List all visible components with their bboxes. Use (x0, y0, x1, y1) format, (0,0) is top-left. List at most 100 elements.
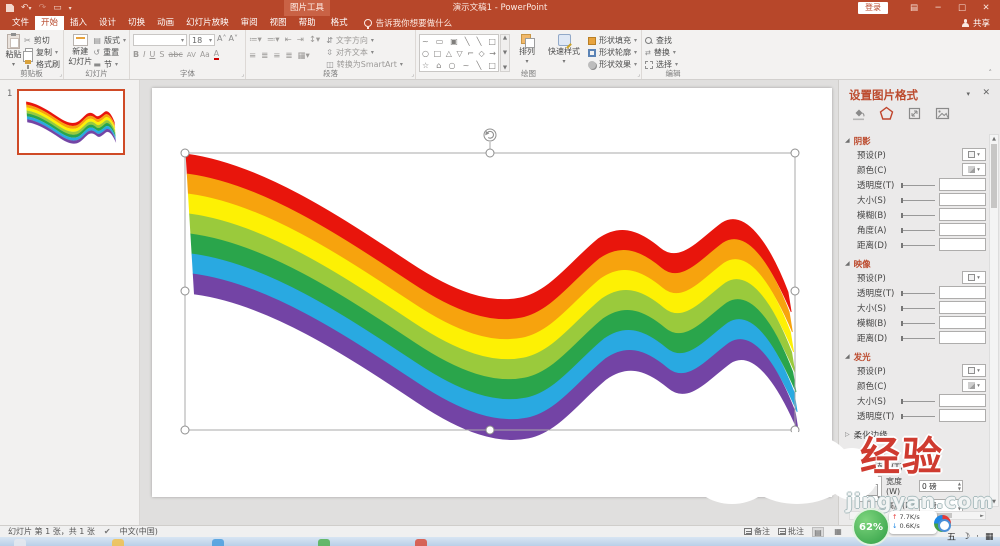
panel-close-icon[interactable]: ✕ (982, 88, 990, 98)
slider-track[interactable] (901, 308, 935, 309)
rainbow-image[interactable] (186, 154, 798, 440)
slider-track[interactable] (901, 293, 935, 294)
shape-icon[interactable]: ⌐ (467, 48, 474, 59)
align-text-button[interactable]: ⇳对齐文本▾ (326, 47, 403, 58)
tab-幻灯片放映[interactable]: 幻灯片放映 (180, 16, 235, 30)
browser-tray-icon[interactable] (934, 515, 951, 532)
grow-font-icon[interactable]: A˄ (217, 34, 226, 46)
slide[interactable] (152, 88, 832, 497)
taskbar-app-icon[interactable] (14, 539, 26, 546)
line-spacing-icon[interactable]: ↕▾ (309, 35, 320, 45)
minimize-icon[interactable]: ─ (926, 0, 950, 16)
comments-button[interactable]: 批注 (778, 526, 804, 537)
tray-icon[interactable]: 五 (947, 530, 956, 543)
slider-track[interactable] (901, 401, 935, 402)
undo-icon[interactable]: ↶▾ (21, 3, 32, 13)
effects-icon[interactable] (879, 106, 894, 121)
preset-picker-button[interactable]: ▾ (962, 148, 986, 161)
value-input[interactable] (939, 223, 986, 236)
color-picker-button[interactable]: ▾ (962, 163, 986, 176)
signin-button[interactable]: 登录 (858, 2, 888, 14)
shape-icon[interactable]: ◇ (479, 48, 485, 59)
resize-handle-w[interactable] (181, 287, 189, 295)
taskbar-app-icon[interactable] (415, 539, 427, 546)
char-spacing-button[interactable]: AV (187, 51, 196, 59)
taskbar-app-icon[interactable] (112, 539, 124, 546)
save-icon[interactable] (6, 4, 14, 12)
change-case-button[interactable]: Aa (200, 50, 210, 59)
shape-icon[interactable]: □ (488, 36, 496, 47)
gallery-scrollbar[interactable]: ▲▼▼ (500, 34, 510, 72)
shape-icon[interactable]: △ (446, 48, 452, 59)
taskbar-app-icon[interactable] (212, 539, 224, 546)
value-input[interactable] (939, 238, 986, 251)
resize-handle-n[interactable] (486, 149, 494, 157)
replace-button[interactable]: ⇄替换▾ (645, 47, 701, 58)
section-header[interactable]: ◢发光 (839, 349, 1000, 364)
preset-picker-button[interactable]: ▾ (962, 364, 986, 377)
shape-icon[interactable]: ▽ (456, 48, 462, 59)
color-picker-button[interactable]: ▾ (962, 379, 986, 392)
slider-track[interactable] (901, 215, 935, 216)
cut-button[interactable]: 剪切 (24, 35, 60, 46)
italic-button[interactable]: I (143, 50, 145, 59)
new-slide-button[interactable]: 新建 幻灯片 (67, 32, 93, 69)
shadow-button[interactable]: S (159, 50, 164, 59)
tray-icon[interactable]: ☽ (962, 532, 970, 542)
align-center-icon[interactable]: ≣ (261, 51, 268, 61)
tab-文件[interactable]: 文件 (6, 16, 35, 30)
paste-button[interactable]: 粘贴 ▾ (3, 32, 24, 69)
shape-fill-button[interactable]: 形状填充▾ (588, 35, 637, 46)
resize-handle-e[interactable] (791, 287, 799, 295)
ribbon-display-options-icon[interactable]: ▤ (902, 0, 926, 16)
panel-vertical-scrollbar[interactable]: ▲▼ (989, 134, 999, 507)
proofing-icon[interactable]: ✔ (104, 527, 111, 536)
collapse-ribbon-icon[interactable]: ˄ (989, 69, 993, 77)
numbering-icon[interactable]: ≕▾ (267, 35, 280, 45)
preset-picker-button[interactable]: ▾ (962, 271, 986, 284)
tab-视图[interactable]: 视图 (264, 16, 293, 30)
resize-handle-nw[interactable] (181, 149, 189, 157)
tab-帮助[interactable]: 帮助 (293, 16, 322, 30)
value-input[interactable] (939, 409, 986, 422)
tab-开始[interactable]: 开始 (35, 16, 64, 30)
tray-icon[interactable]: · (976, 532, 979, 542)
strikethrough-button[interactable]: abc (168, 50, 182, 59)
arrange-button[interactable]: 排列▾ (510, 32, 544, 72)
align-right-icon[interactable]: ≡ (273, 51, 280, 61)
tell-me-search[interactable]: 告诉我你想要做什么 (364, 16, 453, 30)
value-input[interactable] (939, 331, 986, 344)
tab-审阅[interactable]: 审阅 (235, 16, 264, 30)
normal-view-icon[interactable]: ▤ (812, 527, 824, 537)
font-size-combo[interactable]: 18▾ (189, 34, 215, 46)
taskbar-app-icon[interactable] (318, 539, 330, 546)
dialog-launcher-icon[interactable]: ⌟ (241, 71, 244, 78)
customize-qat-icon[interactable]: ▾ (69, 5, 72, 12)
size-properties-icon[interactable] (907, 106, 922, 121)
value-input[interactable] (939, 394, 986, 407)
share-button[interactable]: 共享 (962, 16, 1000, 30)
value-input[interactable] (939, 208, 986, 221)
shape-outline-button[interactable]: 形状轮廓▾ (588, 47, 637, 58)
picture-icon[interactable] (935, 106, 950, 121)
slider-track[interactable] (901, 323, 935, 324)
quick-styles-button[interactable]: 快速样式▾ (544, 32, 584, 72)
columns-icon[interactable]: ▦▾ (298, 51, 310, 61)
resize-handle-sw[interactable] (181, 426, 189, 434)
resize-handle-s[interactable] (486, 426, 494, 434)
language-indicator[interactable]: 中文(中国) (120, 526, 158, 537)
slider-track[interactable] (901, 338, 935, 339)
bold-button[interactable]: B (133, 50, 139, 59)
underline-button[interactable]: U (149, 50, 155, 59)
tab-插入[interactable]: 插入 (64, 16, 93, 30)
copy-button[interactable]: 复制▾ (24, 47, 60, 58)
slider-track[interactable] (901, 245, 935, 246)
slide-thumbnail[interactable] (17, 89, 125, 155)
shrink-font-icon[interactable]: A˅ (228, 34, 237, 46)
dialog-launcher-icon[interactable]: ⌟ (637, 71, 640, 78)
shape-icon[interactable]: □ (434, 48, 442, 59)
layout-button[interactable]: ▤版式▾ (93, 35, 126, 46)
value-input[interactable] (939, 316, 986, 329)
justify-icon[interactable]: ≣ (285, 51, 292, 61)
dialog-launcher-icon[interactable]: ⌟ (411, 71, 414, 78)
